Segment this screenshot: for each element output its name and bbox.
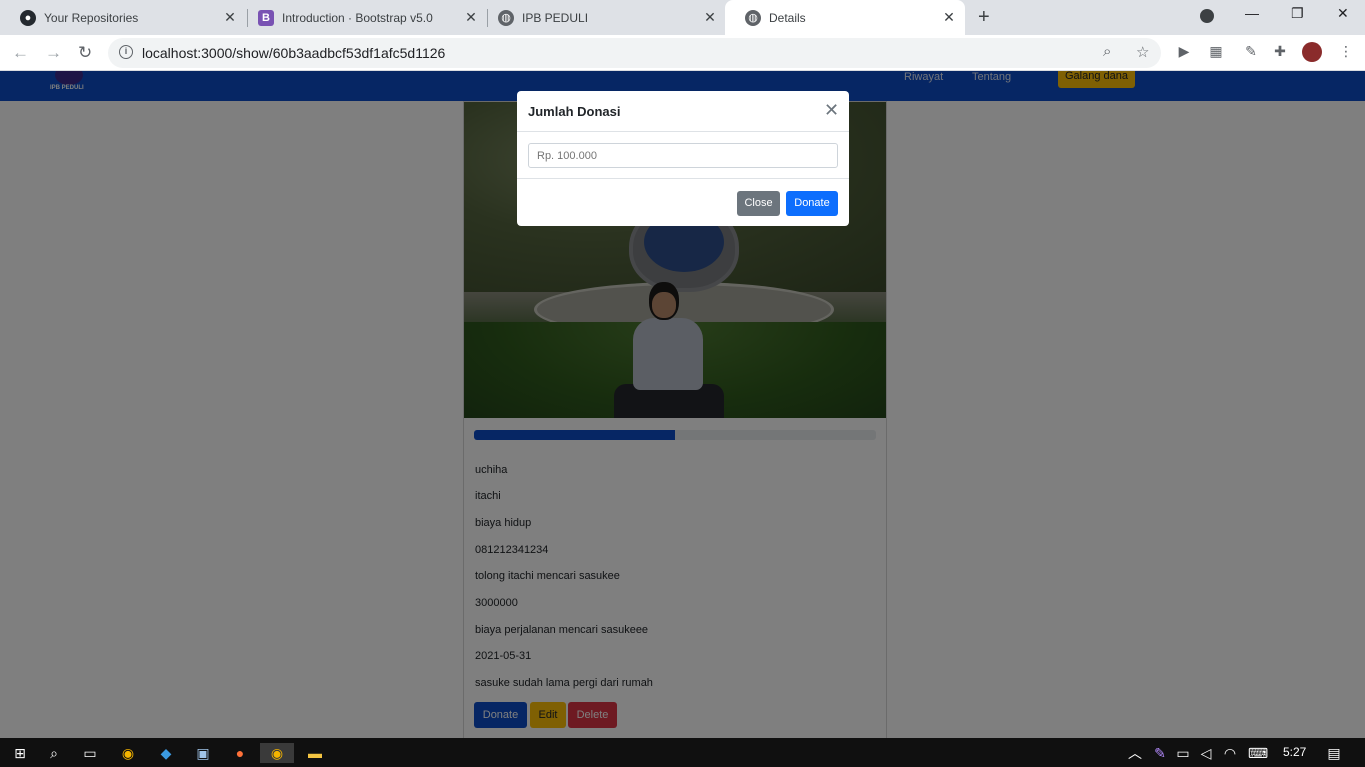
donation-amount-input[interactable] <box>528 143 838 168</box>
modal-footer: Close Donate <box>517 178 849 226</box>
pen-icon[interactable]: ✎ <box>1150 743 1170 763</box>
close-icon[interactable]: ✕ <box>824 100 839 121</box>
modal-header: Jumlah Donasi ✕ <box>517 91 849 132</box>
app-icon[interactable]: ▣ <box>193 743 213 763</box>
modal-title: Jumlah Donasi <box>528 104 621 119</box>
tab-your-repositories[interactable]: ● Your Repositories ✕ <box>0 0 246 35</box>
vscode-icon[interactable]: ◆ <box>156 743 176 763</box>
globe-icon: ◍ <box>498 9 514 26</box>
tab-title: IPB PEDULI <box>522 10 589 25</box>
bootstrap-icon: B <box>258 9 274 26</box>
site-info-icon[interactable]: i <box>119 45 133 59</box>
tab-search-icon[interactable] <box>1200 9 1214 23</box>
back-icon[interactable]: ← <box>12 43 29 63</box>
donation-modal: Jumlah Donasi ✕ Close Donate <box>517 91 849 226</box>
close-tab-icon[interactable]: ✕ <box>222 9 238 26</box>
task-view-icon[interactable]: ▭ <box>80 743 100 763</box>
restore-icon[interactable]: ❐ <box>1291 5 1304 22</box>
profile-avatar[interactable] <box>1302 42 1322 62</box>
volume-icon[interactable]: ◁ <box>1196 743 1216 763</box>
battery-icon[interactable]: ▭ <box>1173 743 1193 763</box>
tab-ipb-peduli[interactable]: ◍ IPB PEDULI ✕ <box>478 0 726 35</box>
address-bar[interactable]: i localhost:3000/show/60b3aadbcf53df1afc… <box>108 38 1161 68</box>
menu-kebab-icon[interactable]: ⋮ <box>1337 43 1355 61</box>
os-taskbar: ⊞ ⌕ ▭ ◉ ◆ ▣ ● ◉ ▬ ︿ ✎ ▭ ◁ ◠ ⌨ 5:27 ▤ <box>0 738 1365 767</box>
tab-title: Details <box>769 10 806 25</box>
modal-donate-button[interactable]: Donate <box>786 191 838 216</box>
wifi-icon[interactable]: ◠ <box>1220 743 1240 763</box>
globe-icon: ◍ <box>745 9 761 26</box>
close-tab-icon[interactable]: ✕ <box>702 9 718 26</box>
close-tab-icon[interactable]: ✕ <box>941 9 957 26</box>
chrome-active-icon[interactable]: ◉ <box>260 743 294 763</box>
extension-icon[interactable]: ▦ <box>1207 43 1225 61</box>
url-text[interactable]: localhost:3000/show/60b3aadbcf53df1afc5d… <box>142 45 445 61</box>
chevron-up-icon[interactable]: ︿ <box>1125 743 1145 763</box>
minimize-icon[interactable]: — <box>1245 5 1259 21</box>
browser-toolbar: ← → ↻ i localhost:3000/show/60b3aadbcf53… <box>0 35 1365 71</box>
tab-bootstrap[interactable]: B Introduction · Bootstrap v5.0 ✕ <box>238 0 487 35</box>
clock: 5:27 <box>1283 745 1307 759</box>
firefox-icon[interactable]: ● <box>230 743 250 763</box>
forward-icon[interactable]: → <box>45 43 62 63</box>
new-tab-icon[interactable]: + <box>978 6 996 29</box>
close-tab-icon[interactable]: ✕ <box>463 9 479 26</box>
reload-icon[interactable]: ↻ <box>78 43 92 63</box>
github-icon: ● <box>20 9 36 26</box>
tab-title: Your Repositories <box>44 10 139 25</box>
tab-details[interactable]: ◍ Details ✕ <box>725 0 965 35</box>
keyboard-icon[interactable]: ⌨ <box>1247 743 1269 763</box>
chrome-icon[interactable]: ◉ <box>118 743 138 763</box>
extensions-puzzle-icon[interactable]: ✚ <box>1271 43 1289 61</box>
tab-strip: ● Your Repositories ✕ B Introduction · B… <box>0 0 1365 35</box>
modal-close-button[interactable]: Close <box>737 191 780 216</box>
extension-play-icon[interactable]: ▶ <box>1175 43 1193 61</box>
window-close-icon[interactable]: ✕ <box>1337 5 1349 22</box>
bookmark-star-icon[interactable]: ☆ <box>1136 43 1149 61</box>
notifications-icon[interactable]: ▤ <box>1324 743 1344 763</box>
search-icon[interactable]: ⌕ <box>44 743 64 763</box>
file-explorer-icon[interactable]: ▬ <box>305 743 325 763</box>
tab-title: Introduction · Bootstrap v5.0 <box>282 10 433 25</box>
extension-pen-icon[interactable]: ✎ <box>1242 43 1260 61</box>
windows-start-icon[interactable]: ⊞ <box>10 743 30 763</box>
zoom-icon[interactable]: ⌕ <box>1103 43 1111 60</box>
